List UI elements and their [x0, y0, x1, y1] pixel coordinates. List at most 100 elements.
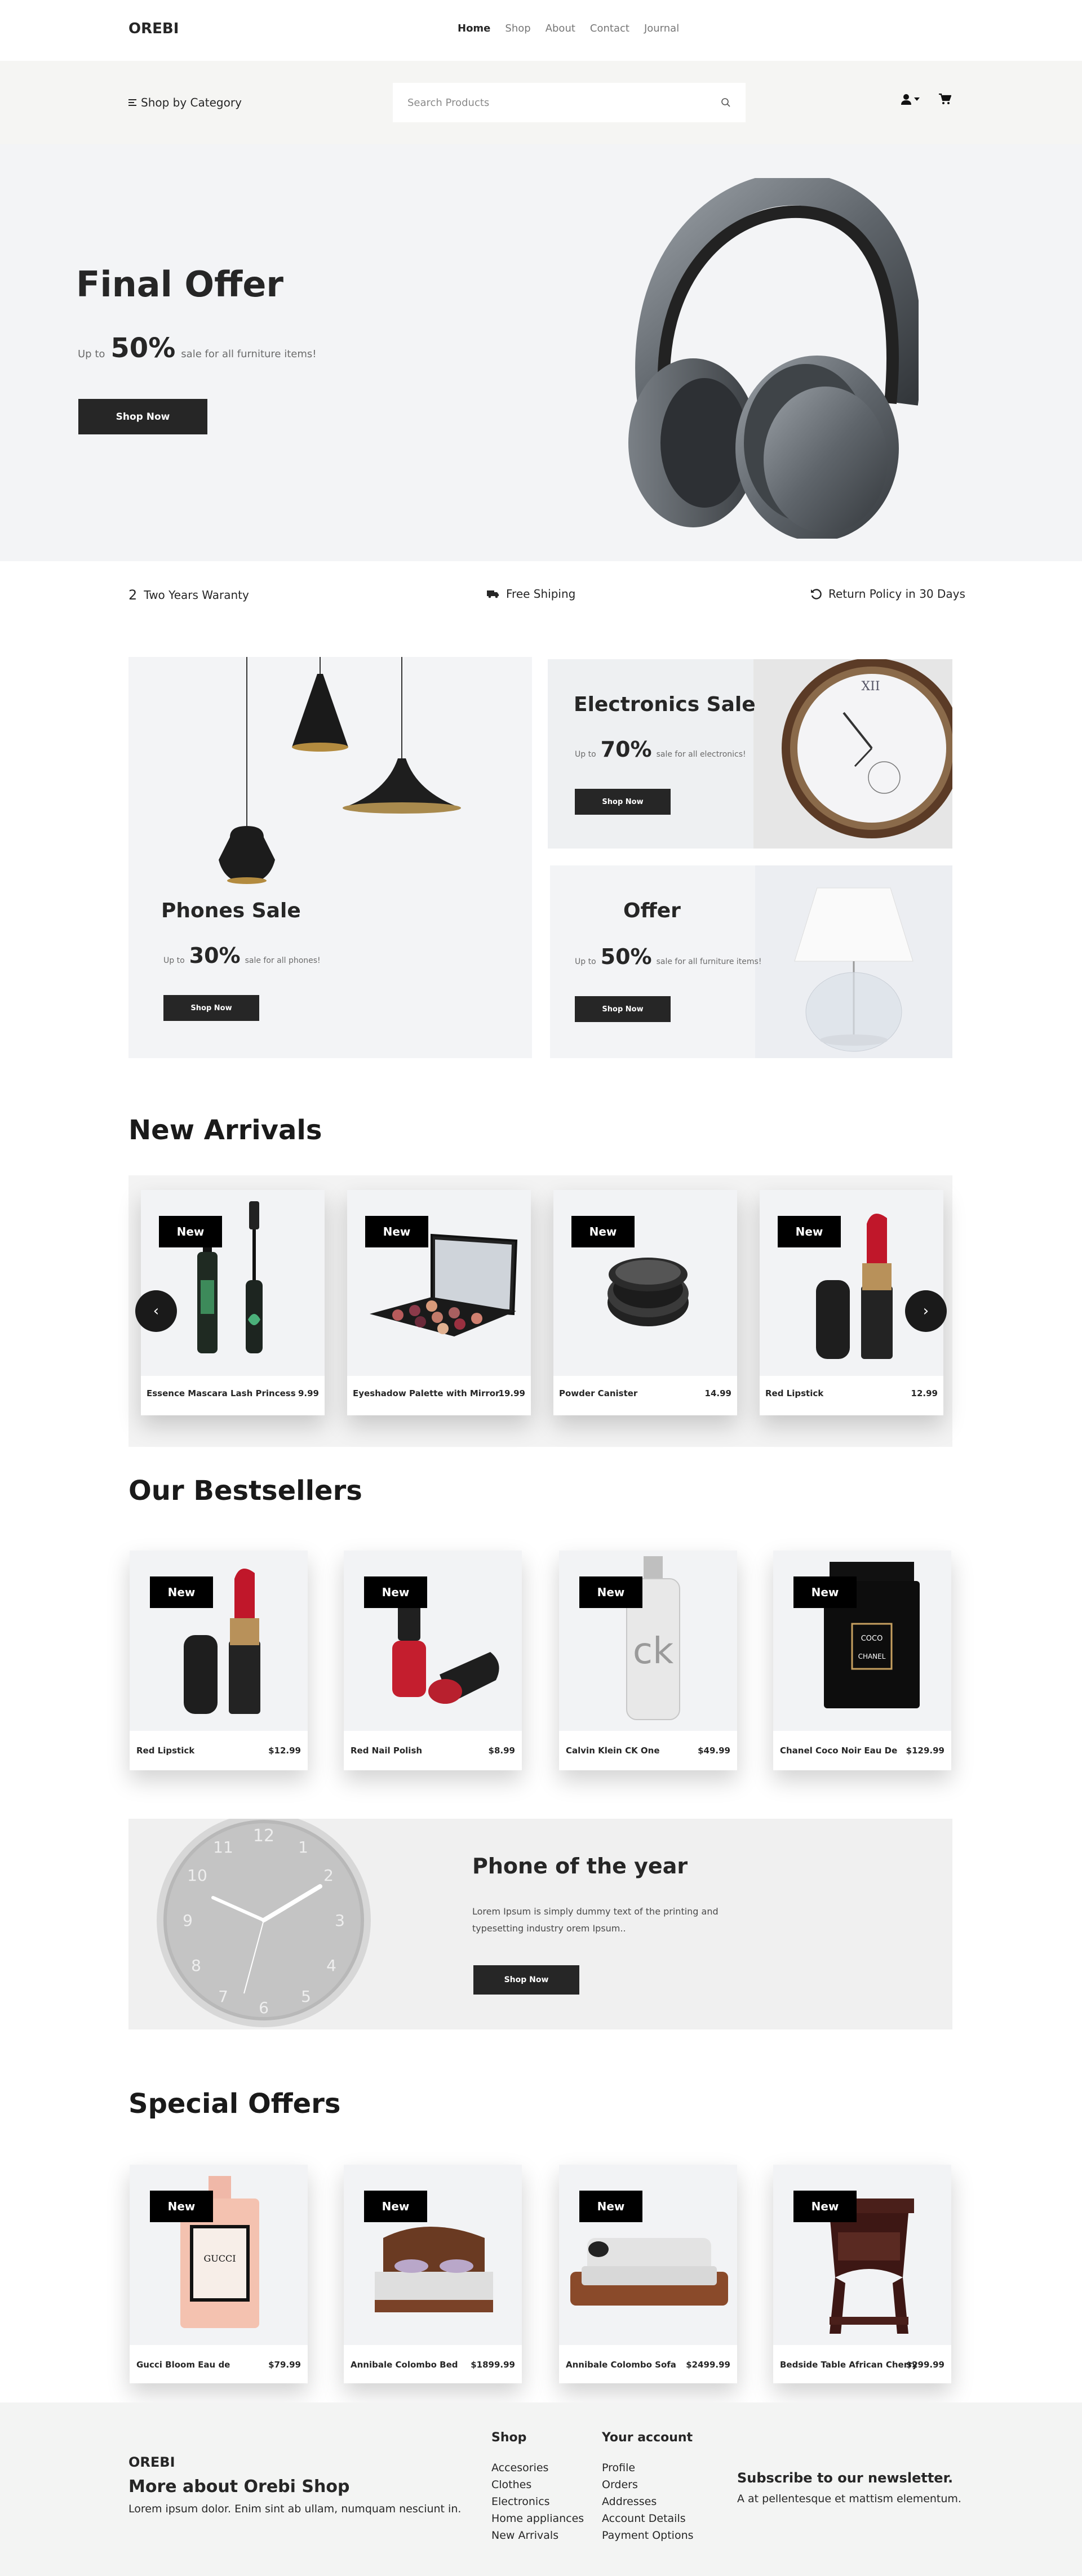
chevron-right-icon: › [923, 1303, 929, 1320]
bestsellers-title: Our Bestsellers [128, 1475, 362, 1507]
product-price: $12.99 [268, 1746, 301, 1756]
promo-phones-title: Phones Sale [161, 899, 301, 922]
carousel-next-button[interactable]: › [905, 1290, 947, 1332]
svg-text:2: 2 [323, 1866, 334, 1885]
feature-warranty-number: 2 [128, 587, 138, 603]
new-badge: New [579, 1576, 642, 1608]
product-card[interactable]: New Bedside Table African Cherry $299.99 [773, 2165, 951, 2383]
user-menu[interactable] [901, 94, 920, 105]
svg-text:COCO: COCO [861, 1635, 883, 1643]
product-price: $1899.99 [471, 2360, 515, 2370]
search-input[interactable]: Search Products [393, 83, 746, 122]
product-card[interactable]: ck New Calvin Klein CK One $49.99 [559, 1551, 737, 1770]
product-card[interactable]: New Eyeshadow Palette with Mirror 19.99 [347, 1190, 531, 1415]
footer: OREBI More about Orebi Shop Lorem ipsum … [0, 2402, 1082, 2576]
new-badge: New [365, 1216, 428, 1247]
clock-image: XII [753, 659, 952, 849]
promo-offer-button[interactable]: Shop Now [575, 996, 671, 1022]
new-badge: New [793, 2191, 857, 2222]
product-card[interactable]: New Red Nail Polish $8.99 [344, 1551, 522, 1770]
footer-account-title: Your account [602, 2431, 693, 2445]
footer-link[interactable]: Account Details [602, 2510, 694, 2527]
svg-text:7: 7 [218, 1987, 228, 2006]
footer-link[interactable]: New Arrivals [491, 2527, 584, 2544]
new-badge: New [150, 2191, 213, 2222]
footer-link[interactable]: Orders [602, 2476, 694, 2493]
footer-about-title: More about Orebi Shop [128, 2477, 350, 2497]
promo-offer-up-to: Up to [575, 957, 596, 966]
footer-link[interactable]: Payment Options [602, 2527, 694, 2544]
product-card[interactable]: New Annibale Colombo Bed $1899.99 [344, 2165, 522, 2383]
footer-shop-title: Shop [491, 2431, 527, 2445]
promo-electronics-up-to: Up to [575, 750, 596, 759]
new-arrivals-title: New Arrivals [128, 1114, 322, 1146]
product-price: $8.99 [488, 1746, 515, 1756]
new-badge: New [793, 1576, 857, 1608]
cart-icon[interactable] [939, 94, 951, 105]
return-icon [811, 589, 822, 599]
product-card[interactable]: New Red Lipstick $12.99 [130, 1551, 308, 1770]
truck-icon [487, 590, 499, 598]
promo-phones[interactable]: Phones Sale Up to 30% sale for all phone… [128, 657, 532, 1058]
new-badge: New [159, 1216, 222, 1247]
svg-text:XII: XII [861, 679, 880, 694]
feature-warranty: 2 Two Years Waranty [128, 587, 249, 603]
svg-text:6: 6 [259, 1998, 269, 2017]
product-name: Calvin Klein CK One [566, 1746, 660, 1756]
product-name: Eyeshadow Palette with Mirror [353, 1388, 500, 1398]
new-badge: New [150, 1576, 213, 1608]
promo-phones-button[interactable]: Shop Now [163, 995, 259, 1021]
footer-link[interactable]: Accesories [491, 2459, 584, 2476]
footer-link[interactable]: Electronics [491, 2493, 584, 2510]
promo-electronics-button[interactable]: Shop Now [575, 789, 671, 815]
promo-electronics-title: Electronics Sale [574, 693, 756, 716]
nav-contact[interactable]: Contact [590, 23, 629, 34]
product-price: $79.99 [268, 2360, 301, 2370]
product-price: $129.99 [906, 1746, 944, 1756]
header-icons [901, 94, 951, 105]
pendant-lamps-image [219, 657, 461, 884]
footer-link[interactable]: Home appliances [491, 2510, 584, 2527]
product-card[interactable]: COCO CHANEL New Chanel Coco Noir Eau De … [773, 1551, 951, 1770]
logo[interactable]: OREBI [128, 20, 179, 37]
footer-shop-column: Shop Accesories Clothes Electronics Home… [491, 2431, 584, 2544]
hero-sale-text: sale for all furniture items! [181, 348, 317, 360]
feature-shipping-label: Free Shiping [506, 587, 576, 601]
promo-electronics-percent: 70% [600, 737, 652, 762]
page: OREBI Home Shop About Contact Journal Sh… [0, 0, 1082, 2576]
hero-shop-now-button[interactable]: Shop Now [78, 399, 207, 434]
category-label: Shop by Category [141, 96, 242, 109]
promo-offer-subtitle: Up to 50% sale for all furniture items! [575, 944, 761, 969]
feature-return-label: Return Policy in 30 Days [828, 587, 965, 601]
search-placeholder: Search Products [407, 96, 490, 109]
product-price: $2499.99 [686, 2360, 730, 2370]
nav-journal[interactable]: Journal [644, 23, 679, 34]
product-name: Chanel Coco Noir Eau De [780, 1746, 898, 1756]
footer-logo[interactable]: OREBI [128, 2454, 175, 2470]
product-card[interactable]: New Annibale Colombo Sofa $2499.99 [559, 2165, 737, 2383]
promo-electronics[interactable]: XII Electronics Sale Up to 70% sale for … [548, 659, 952, 849]
product-name: Red Lipstick [136, 1746, 195, 1756]
phone-of-year-button[interactable]: Shop Now [473, 1965, 579, 1995]
nav-shop[interactable]: Shop [505, 23, 530, 34]
chevron-left-icon: ‹ [153, 1303, 159, 1320]
search-icon[interactable] [721, 97, 731, 108]
wall-clock-image: 12 1 2 3 4 5 6 7 8 9 10 11 [157, 1819, 371, 2027]
promo-offer[interactable]: Offer Up to 50% sale for all furniture i… [550, 865, 952, 1058]
footer-link[interactable]: Addresses [602, 2493, 694, 2510]
product-card[interactable]: New Powder Canister 14.99 [553, 1190, 737, 1415]
svg-text:ck: ck [633, 1631, 673, 1672]
product-card[interactable]: GUCCI New Gucci Bloom Eau de $79.99 [130, 2165, 308, 2383]
shop-by-category[interactable]: Shop by Category [128, 96, 242, 109]
special-offers-title: Special Offers [128, 2088, 341, 2120]
nav-home[interactable]: Home [458, 23, 490, 34]
headphones-image [628, 178, 919, 539]
footer-link[interactable]: Clothes [491, 2476, 584, 2493]
product-name: Annibale Colombo Bed [351, 2360, 458, 2370]
hero-up-to: Up to [78, 348, 105, 360]
svg-text:10: 10 [187, 1866, 207, 1885]
footer-link[interactable]: Profile [602, 2459, 694, 2476]
carousel-prev-button[interactable]: ‹ [135, 1290, 177, 1332]
feature-warranty-label: Two Years Waranty [144, 588, 249, 602]
nav-about[interactable]: About [546, 23, 575, 34]
